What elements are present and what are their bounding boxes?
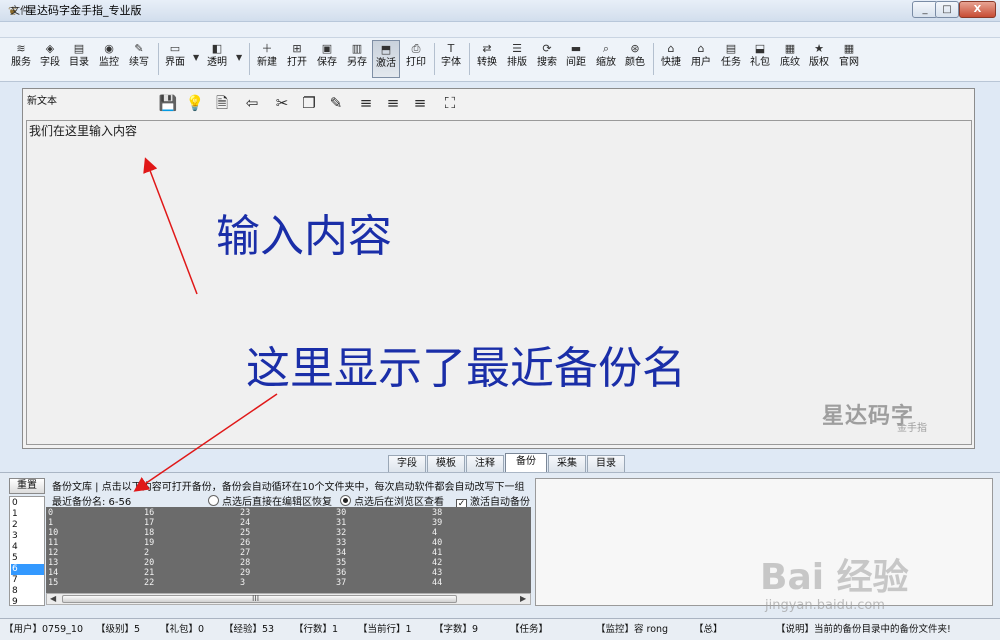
arrow-to-text-input [143,157,198,295]
annotation-arrows [133,157,278,492]
arrow-to-recent-backup [133,393,278,492]
